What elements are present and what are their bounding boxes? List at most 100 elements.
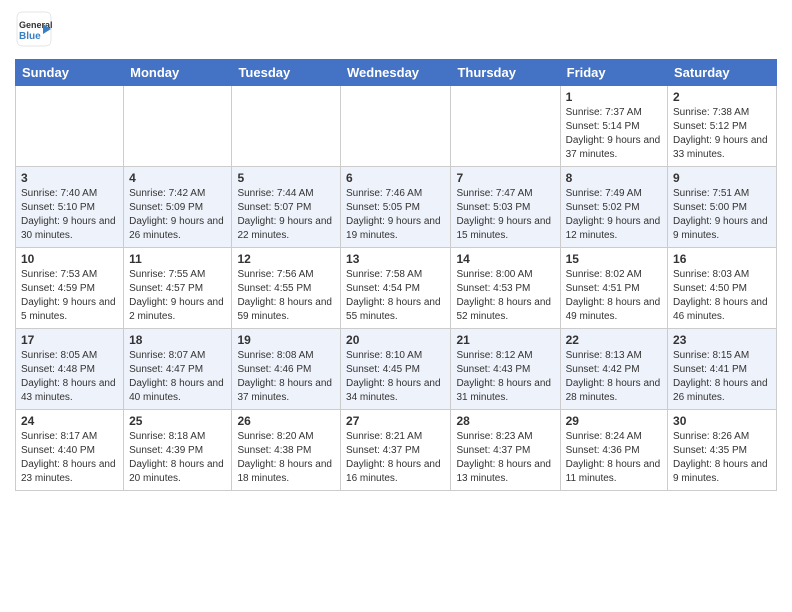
calendar-cell: 20 Sunrise: 8:10 AM Sunset: 4:45 PM Dayli… xyxy=(341,329,451,410)
calendar-cell xyxy=(232,86,341,167)
calendar-cell: 9 Sunrise: 7:51 AM Sunset: 5:00 PM Daylig… xyxy=(668,167,777,248)
day-info: Sunrise: 8:03 AM Sunset: 4:50 PM Dayligh… xyxy=(673,268,771,324)
calendar-cell: 26Sunrise: 8:20 AM Sunset: 4:38 PM Dayli… xyxy=(232,410,341,491)
page: General Blue SundayMondayTuesdayWednesda… xyxy=(0,0,792,501)
calendar-cell: 6 Sunrise: 7:46 AM Sunset: 5:05 PM Daylig… xyxy=(341,167,451,248)
calendar-cell: 4Sunrise: 7:42 AM Sunset: 5:09 PM Daylig… xyxy=(124,167,232,248)
calendar-cell: 24Sunrise: 8:17 AM Sunset: 4:40 PM Dayli… xyxy=(16,410,124,491)
calendar-header-row: SundayMondayTuesdayWednesdayThursdayFrid… xyxy=(16,60,777,86)
day-info: Sunrise: 7:38 AM Sunset: 5:12 PM Dayligh… xyxy=(673,106,771,162)
day-info: Sunrise: 8:15 AM Sunset: 4:41 PM Dayligh… xyxy=(673,349,771,405)
day-number: 28 xyxy=(456,414,554,428)
calendar-cell: 14 Sunrise: 8:00 AM Sunset: 4:53 PM Dayli… xyxy=(451,248,560,329)
day-number: 10 xyxy=(21,252,118,266)
calendar-cell: 10 Sunrise: 7:53 AM Sunset: 4:59 PM Dayli… xyxy=(16,248,124,329)
day-header-sunday: Sunday xyxy=(16,60,124,86)
calendar-cell: 8 Sunrise: 7:49 AM Sunset: 5:02 PM Daylig… xyxy=(560,167,667,248)
day-info: Sunrise: 8:02 AM Sunset: 4:51 PM Dayligh… xyxy=(566,268,662,324)
day-number: 21 xyxy=(456,333,554,347)
calendar-cell: 27Sunrise: 8:21 AM Sunset: 4:37 PM Dayli… xyxy=(341,410,451,491)
day-number: 8 xyxy=(566,171,662,185)
day-info: Sunrise: 7:49 AM Sunset: 5:02 PM Dayligh… xyxy=(566,187,662,243)
day-number: 1 xyxy=(566,90,662,104)
day-number: 29 xyxy=(566,414,662,428)
day-info: Sunrise: 8:08 AM Sunset: 4:46 PM Dayligh… xyxy=(237,349,335,405)
day-number: 26 xyxy=(237,414,335,428)
day-info: Sunrise: 8:00 AM Sunset: 4:53 PM Dayligh… xyxy=(456,268,554,324)
calendar-cell xyxy=(341,86,451,167)
day-header-tuesday: Tuesday xyxy=(232,60,341,86)
day-info: Sunrise: 8:26 AM Sunset: 4:35 PM Dayligh… xyxy=(673,430,771,486)
day-info: Sunrise: 8:18 AM Sunset: 4:39 PM Dayligh… xyxy=(129,430,226,486)
calendar-week-row: 3 Sunrise: 7:40 AM Sunset: 5:10 PM Daylig… xyxy=(16,167,777,248)
day-number: 27 xyxy=(346,414,445,428)
day-number: 23 xyxy=(673,333,771,347)
day-info: Sunrise: 7:40 AM Sunset: 5:10 PM Dayligh… xyxy=(21,187,118,243)
calendar-cell: 5 Sunrise: 7:44 AM Sunset: 5:07 PM Daylig… xyxy=(232,167,341,248)
calendar-week-row: 10 Sunrise: 7:53 AM Sunset: 4:59 PM Dayli… xyxy=(16,248,777,329)
day-info: Sunrise: 7:47 AM Sunset: 5:03 PM Dayligh… xyxy=(456,187,554,243)
day-number: 18 xyxy=(129,333,226,347)
day-number: 14 xyxy=(456,252,554,266)
calendar-week-row: 1 Sunrise: 7:37 AM Sunset: 5:14 PM Daylig… xyxy=(16,86,777,167)
day-number: 3 xyxy=(21,171,118,185)
day-info: Sunrise: 8:10 AM Sunset: 4:45 PM Dayligh… xyxy=(346,349,445,405)
day-number: 19 xyxy=(237,333,335,347)
day-number: 7 xyxy=(456,171,554,185)
day-number: 5 xyxy=(237,171,335,185)
day-number: 22 xyxy=(566,333,662,347)
day-info: Sunrise: 7:42 AM Sunset: 5:09 PM Dayligh… xyxy=(129,187,226,243)
calendar-cell xyxy=(451,86,560,167)
calendar-cell: 7 Sunrise: 7:47 AM Sunset: 5:03 PM Daylig… xyxy=(451,167,560,248)
day-header-thursday: Thursday xyxy=(451,60,560,86)
calendar: SundayMondayTuesdayWednesdayThursdayFrid… xyxy=(15,59,777,491)
calendar-week-row: 24Sunrise: 8:17 AM Sunset: 4:40 PM Dayli… xyxy=(16,410,777,491)
calendar-cell: 21Sunrise: 8:12 AM Sunset: 4:43 PM Dayli… xyxy=(451,329,560,410)
day-info: Sunrise: 8:23 AM Sunset: 4:37 PM Dayligh… xyxy=(456,430,554,486)
calendar-week-row: 17 Sunrise: 8:05 AM Sunset: 4:48 PM Dayli… xyxy=(16,329,777,410)
calendar-cell: 22 Sunrise: 8:13 AM Sunset: 4:42 PM Dayli… xyxy=(560,329,667,410)
day-number: 11 xyxy=(129,252,226,266)
day-number: 6 xyxy=(346,171,445,185)
calendar-cell: 16 Sunrise: 8:03 AM Sunset: 4:50 PM Dayli… xyxy=(668,248,777,329)
day-info: Sunrise: 7:37 AM Sunset: 5:14 PM Dayligh… xyxy=(566,106,662,162)
calendar-cell: 1 Sunrise: 7:37 AM Sunset: 5:14 PM Daylig… xyxy=(560,86,667,167)
day-info: Sunrise: 7:46 AM Sunset: 5:05 PM Dayligh… xyxy=(346,187,445,243)
logo-icon: General Blue xyxy=(15,10,53,53)
day-info: Sunrise: 8:05 AM Sunset: 4:48 PM Dayligh… xyxy=(21,349,118,405)
day-number: 30 xyxy=(673,414,771,428)
calendar-cell: 3 Sunrise: 7:40 AM Sunset: 5:10 PM Daylig… xyxy=(16,167,124,248)
day-header-friday: Friday xyxy=(560,60,667,86)
calendar-cell: 28 Sunrise: 8:23 AM Sunset: 4:37 PM Dayli… xyxy=(451,410,560,491)
calendar-cell: 12Sunrise: 7:56 AM Sunset: 4:55 PM Dayli… xyxy=(232,248,341,329)
calendar-cell: 2 Sunrise: 7:38 AM Sunset: 5:12 PM Daylig… xyxy=(668,86,777,167)
day-number: 2 xyxy=(673,90,771,104)
header: General Blue xyxy=(15,10,777,53)
day-info: Sunrise: 7:51 AM Sunset: 5:00 PM Dayligh… xyxy=(673,187,771,243)
calendar-cell: 23 Sunrise: 8:15 AM Sunset: 4:41 PM Dayli… xyxy=(668,329,777,410)
day-number: 17 xyxy=(21,333,118,347)
svg-text:Blue: Blue xyxy=(19,31,41,42)
calendar-cell: 29 Sunrise: 8:24 AM Sunset: 4:36 PM Dayli… xyxy=(560,410,667,491)
day-number: 15 xyxy=(566,252,662,266)
day-info: Sunrise: 8:17 AM Sunset: 4:40 PM Dayligh… xyxy=(21,430,118,486)
day-number: 16 xyxy=(673,252,771,266)
day-number: 25 xyxy=(129,414,226,428)
calendar-cell: 30 Sunrise: 8:26 AM Sunset: 4:35 PM Dayli… xyxy=(668,410,777,491)
day-info: Sunrise: 8:24 AM Sunset: 4:36 PM Dayligh… xyxy=(566,430,662,486)
calendar-cell: 18 Sunrise: 8:07 AM Sunset: 4:47 PM Dayli… xyxy=(124,329,232,410)
day-info: Sunrise: 7:44 AM Sunset: 5:07 PM Dayligh… xyxy=(237,187,335,243)
day-header-saturday: Saturday xyxy=(668,60,777,86)
day-header-monday: Monday xyxy=(124,60,232,86)
day-number: 9 xyxy=(673,171,771,185)
calendar-cell: 15 Sunrise: 8:02 AM Sunset: 4:51 PM Dayli… xyxy=(560,248,667,329)
day-info: Sunrise: 8:13 AM Sunset: 4:42 PM Dayligh… xyxy=(566,349,662,405)
day-info: Sunrise: 7:53 AM Sunset: 4:59 PM Dayligh… xyxy=(21,268,118,324)
day-info: Sunrise: 8:07 AM Sunset: 4:47 PM Dayligh… xyxy=(129,349,226,405)
calendar-cell: 13Sunrise: 7:58 AM Sunset: 4:54 PM Dayli… xyxy=(341,248,451,329)
day-number: 12 xyxy=(237,252,335,266)
day-number: 20 xyxy=(346,333,445,347)
calendar-cell xyxy=(124,86,232,167)
calendar-cell: 25 Sunrise: 8:18 AM Sunset: 4:39 PM Dayli… xyxy=(124,410,232,491)
day-number: 13 xyxy=(346,252,445,266)
